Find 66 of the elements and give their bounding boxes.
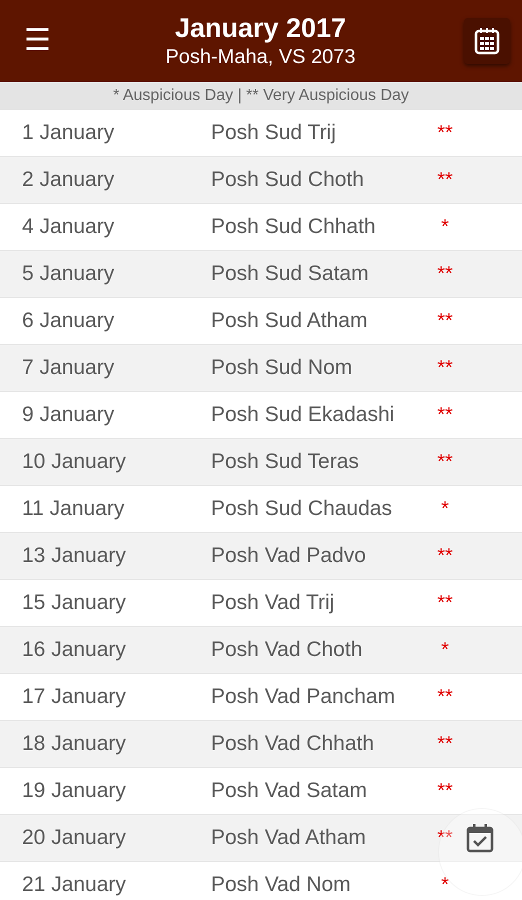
day-row[interactable]: 7 January Posh Sud Nom ** [0,345,522,392]
tithi-text: Posh Vad Pancham [210,685,396,709]
date-text: 20 January [21,826,127,850]
day-row[interactable]: 13 January Posh Vad Padvo ** [0,533,522,580]
auspicious-mark: ** [436,450,454,474]
tithi-text: Posh Vad Padvo [210,544,367,568]
tithi-text: Posh Vad Choth [210,638,364,662]
auspicious-mark: ** [436,356,454,380]
date-text: 6 January [21,309,116,333]
auspicious-mark: ** [436,310,454,332]
date-text: 17 January [21,685,127,709]
tithi-text: Posh Sud Satam [210,262,370,286]
tithi-text: Posh Vad Satam [210,779,368,803]
tithi-text: Posh Vad Atham [210,826,367,850]
date-text: 18 January [21,732,127,756]
date-text: 21 January [21,873,127,897]
day-row[interactable]: 10 January Posh Sud Teras ** [0,439,522,486]
tithi-text: Posh Vad Trij [210,591,336,615]
menu-button[interactable]: ☰ [18,26,57,56]
date-text: 7 January [21,356,116,380]
date-text: 19 January [21,779,127,803]
tithi-text: Posh Sud Teras [210,450,360,474]
tithi-text: Posh Sud Trij [210,121,337,145]
date-text: 4 January [21,215,116,239]
tithi-text: Posh Sud Nom [210,356,354,380]
date-text: 13 January [21,544,127,568]
auspicious-mark: ** [436,780,454,802]
auspicious-mark: ** [436,826,454,850]
auspicious-mark: * [440,874,450,896]
date-text: 15 January [21,591,127,615]
legend-text: * Auspicious Day | ** Very Auspicious Day [0,82,522,110]
calendar-icon [474,27,500,55]
calendar-button[interactable] [464,18,510,64]
date-text: 10 January [21,450,127,474]
tithi-text: Posh Vad Chhath [210,732,376,756]
calendar-check-icon [466,823,494,853]
date-text: 2 January [21,168,116,192]
date-text: 9 January [21,403,116,427]
month-title: January 2017 [174,12,346,44]
date-text: 16 January [21,638,127,662]
day-row[interactable]: 18 January Posh Vad Chhath ** [0,721,522,768]
auspicious-mark: ** [436,686,454,708]
auspicious-mark: ** [436,168,454,192]
day-row[interactable]: 2 January Posh Sud Choth ** [0,157,522,204]
date-text: 5 January [21,262,116,286]
tithi-text: Posh Vad Nom [210,873,352,897]
month-subtitle: Posh-Maha, VS 2073 [165,45,356,70]
tithi-text: Posh Sud Chaudas [210,497,393,521]
tithi-text: Posh Sud Ekadashi [210,403,396,427]
day-row[interactable]: 20 January Posh Vad Atham ** [0,815,522,862]
date-text: 1 January [21,121,116,145]
day-row[interactable]: 16 January Posh Vad Choth * [0,627,522,674]
tithi-text: Posh Sud Atham [210,309,368,333]
auspicious-mark: ** [436,262,454,286]
auspicious-mark: * [440,498,450,520]
date-text: 11 January [21,497,126,521]
auspicious-mark: ** [436,404,454,426]
tithi-text: Posh Sud Chhath [210,215,377,239]
auspicious-mark: * [440,638,450,662]
day-row[interactable]: 5 January Posh Sud Satam ** [0,251,522,298]
auspicious-mark: * [440,216,450,238]
auspicious-mark: ** [436,544,454,568]
auspicious-mark: ** [436,122,454,144]
tithi-text: Posh Sud Choth [210,168,365,192]
auspicious-mark: ** [436,592,454,614]
auspicious-mark: ** [436,732,454,756]
